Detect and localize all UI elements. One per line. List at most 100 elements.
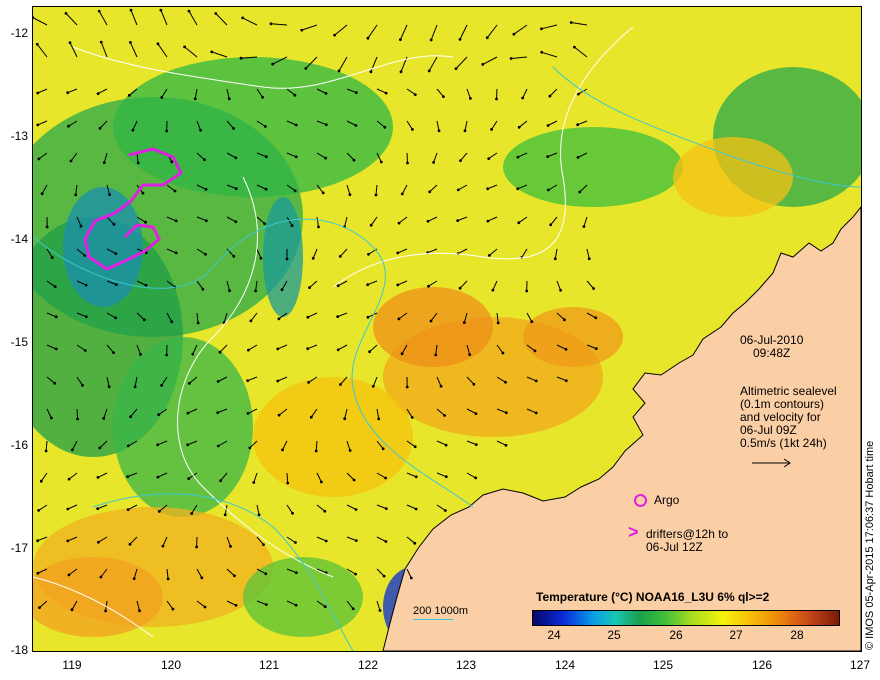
sst-map (32, 6, 862, 652)
velocity-arrow-head (254, 289, 257, 293)
velocity-arrow-head (293, 93, 297, 97)
velocity-arrow-head (126, 475, 130, 478)
velocity-arrow-head (582, 225, 586, 228)
velocity-arrow-head (324, 156, 327, 160)
velocity-arrow-head (70, 608, 74, 612)
temperature-colorbar (532, 610, 840, 626)
velocity-arrow-head (187, 382, 191, 385)
velocity-arrow-head (234, 156, 238, 160)
velocity-arrow-head (252, 481, 256, 484)
velocity-arrow-head (576, 156, 580, 159)
velocity-arrow-head (442, 95, 445, 98)
velocity-arrow-head (369, 223, 373, 227)
velocity-arrow-head (50, 416, 53, 420)
velocity-arrow-head (414, 507, 418, 511)
velocity-arrow-head (397, 221, 401, 225)
velocity-arrow-head (233, 574, 236, 578)
velocity-arrow-head (521, 96, 525, 100)
velocity-arrow-head (324, 539, 328, 543)
velocity-arrow-head (210, 50, 214, 54)
velocity-arrow-head (71, 448, 74, 452)
velocity-arrow-head (203, 605, 207, 609)
velocity-arrow-head (127, 94, 131, 97)
velocity-arrow (406, 152, 408, 164)
velocity-arrow-head (219, 479, 223, 483)
colorbar-tick: 26 (669, 628, 683, 642)
lon-tick: 120 (160, 658, 182, 672)
velocity-arrow-head (98, 446, 102, 450)
velocity-arrow-head (540, 27, 543, 31)
velocity-arrow-head (321, 191, 325, 195)
velocity-arrow-head (218, 350, 222, 354)
sst-patch (113, 57, 393, 197)
velocity-arrow-head (66, 507, 70, 511)
velocity-arrow-head (352, 158, 356, 162)
velocity-arrow-head (174, 219, 178, 223)
velocity-arrow-head (216, 380, 220, 383)
velocity-arrow-head (427, 69, 431, 73)
velocity-arrow-head (128, 542, 132, 546)
velocity-arrow-head (191, 352, 195, 356)
velocity-arrow-head (204, 187, 208, 191)
velocity-arrow-head (516, 187, 520, 191)
velocity-arrow-head (474, 412, 478, 415)
velocity-arrow-head (384, 476, 387, 480)
velocity-arrow-head (186, 411, 190, 415)
sst-patch (523, 307, 623, 367)
lon-tick: 121 (258, 658, 280, 672)
velocity-arrow-head (294, 603, 298, 607)
lon-tick: 122 (357, 658, 379, 672)
velocity-arrow-head (277, 413, 281, 417)
velocity-arrow-head (67, 573, 71, 577)
velocity-arrow-head (488, 254, 491, 257)
velocity-arrow-head (369, 70, 373, 74)
velocity-arrow-head (410, 416, 414, 419)
sst-patch (243, 557, 363, 637)
velocity-arrow-head (354, 539, 358, 542)
velocity-arrow-head (36, 91, 40, 95)
velocity-arrow-head (141, 191, 145, 195)
velocity-arrow-head (443, 509, 447, 512)
argo-marker-icon (634, 494, 647, 507)
velocity-arrow-head (246, 412, 250, 415)
velocity-arrow-head (132, 577, 136, 580)
velocity-arrow-head (261, 95, 264, 99)
velocity-arrow-head (384, 91, 388, 95)
lat-tick: -17 (10, 541, 28, 555)
velocity-arrow-head (472, 382, 476, 386)
velocity-arrow-head (413, 93, 417, 96)
velocity-arrow-head (429, 319, 433, 323)
velocity-arrow-head (50, 256, 54, 259)
velocity-arrow-head (227, 97, 231, 101)
velocity-arrow-head (578, 190, 582, 194)
velocity-arrow-head (400, 352, 404, 356)
velocity-arrow-head (306, 347, 310, 351)
velocity-arrow-head (277, 317, 281, 321)
velocity-arrow-head (516, 155, 520, 159)
velocity-arrow-head (456, 219, 460, 223)
velocity-arrow-head (96, 476, 100, 479)
sst-patch (253, 377, 413, 497)
velocity-arrow-head (354, 572, 357, 576)
velocity-arrow-head (378, 609, 382, 612)
velocity-arrow-head (54, 315, 58, 319)
velocity-arrow-head (36, 123, 40, 127)
velocity-arrow-head (203, 158, 206, 162)
velocity-arrow-head (281, 448, 284, 452)
velocity-arrow-head (573, 45, 576, 49)
velocity-arrow-head (354, 124, 358, 127)
velocity-arrow-head (44, 449, 48, 453)
velocity-arrow-head (553, 257, 557, 261)
velocity-arrow-head (200, 576, 204, 580)
velocity-arrow-head (37, 509, 40, 512)
velocity-arrow-head (300, 28, 304, 32)
velocity-arrow-head (469, 97, 472, 100)
velocity-arrow-head (517, 125, 521, 129)
velocity-arrow-head (144, 283, 148, 287)
velocity-arrow-head (97, 540, 100, 544)
velocity-arrow (76, 408, 79, 420)
velocity-arrow-head (354, 91, 358, 94)
velocity-arrow-head (241, 16, 245, 20)
velocity-arrow-head (409, 576, 413, 580)
velocity-arrow-head (276, 379, 280, 383)
